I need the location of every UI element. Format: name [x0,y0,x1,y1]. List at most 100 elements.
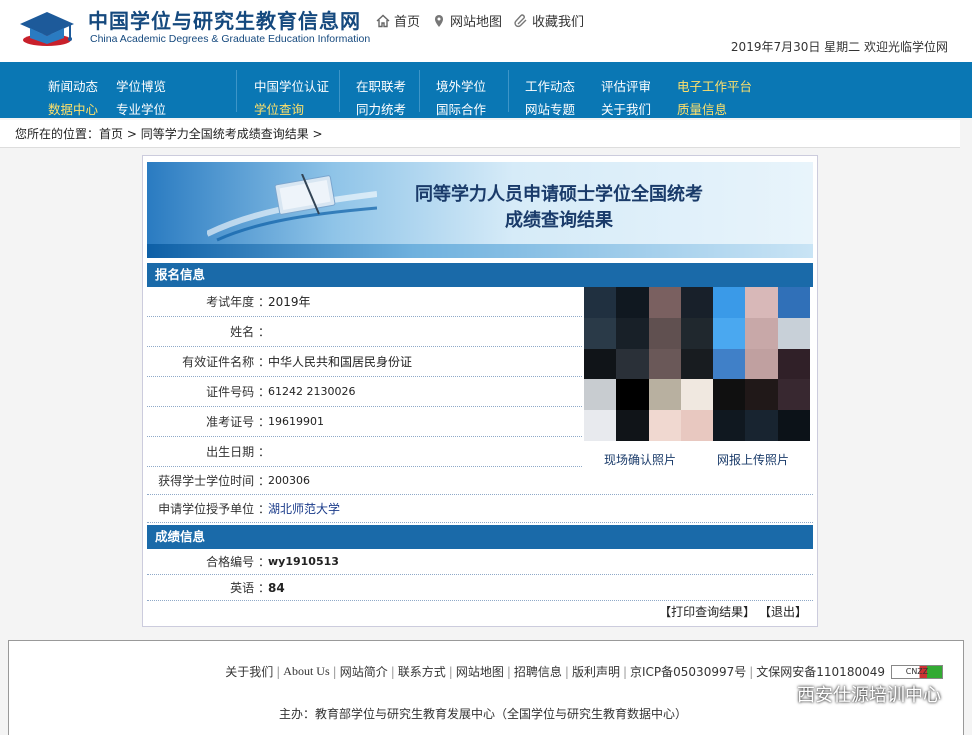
footer-link-intro[interactable]: 网站简介 [340,663,388,680]
cnzz-badge[interactable]: CNZZ [891,664,943,679]
banner-title-line1: 同等学力人员申请硕士学位全国统考 [415,184,703,205]
breadcrumb-separator: > [123,127,141,141]
pipes-graphic-icon [207,174,377,242]
field-row-pass-number: 合格编号 ： wy1910513 [147,549,813,575]
watermark-text: 西安仕源培训中心 [797,685,941,706]
site-title: 中国学位与研究生教育信息网 [88,9,361,33]
field-value: 19619901 [268,415,324,428]
field-value: 中华人民共和国居民身份证 [268,355,413,369]
field-row-bachelor-date: 获得学士学位时间 ： 200306 [147,467,813,495]
nav-divider [508,70,509,112]
breadcrumb-current: 同等学力全国统考成绩查询结果 [140,127,309,141]
main-nav: 新闻动态 学位博览 数据中心 专业学位 中国学位认证 学位查询 在职联考 同力统… [0,62,972,118]
footer-link-about[interactable]: 关于我们 [225,663,273,680]
site-header: 中国学位与研究生教育信息网 China Academic Degrees & G… [0,0,972,62]
nav-divider [236,70,237,112]
field-label: 英语 ： [230,581,270,595]
field-value: 湖北师范大学 [268,502,341,516]
graduation-cap-logo-icon[interactable] [16,6,78,48]
registration-section-header: 报名信息 [147,263,813,287]
field-value: 61242 2130026 [268,385,356,398]
breadcrumb-prefix: 您所在的位置： [15,127,100,141]
field-label: 准考证号 ： [206,415,270,429]
sitemap-link[interactable]: 网站地图 [432,11,502,30]
bookmark-link-label: 收藏我们 [532,15,585,30]
field-label: 申请学位授予单位 ： [158,502,270,516]
field-label: 合格编号 ： [206,555,270,569]
sitemap-link-label: 网站地图 [450,15,503,30]
nav-professional-degree[interactable]: 专业学位 [116,99,166,118]
nav-degree-expo[interactable]: 学位博览 [116,76,166,95]
nav-overseas-degree[interactable]: 境外学位 [436,76,486,95]
home-link-label: 首页 [394,15,421,30]
nav-data-center[interactable]: 数据中心 [48,99,98,118]
nav-divider [419,70,420,112]
result-panel: 同等学力人员申请硕士学位全国统考 成绩查询结果 报名信息 考试年度 ： 2019… [142,155,818,627]
nav-topics[interactable]: 网站专题 [525,99,575,118]
footer-links: 关于我们 | About Us | 网站简介 | 联系方式 | 网站地图 | 招聘信息 | … [225,663,943,680]
field-label: 证件号码 ： [206,385,270,399]
field-row-birth-date: 出生日期 ： [147,437,582,467]
nav-e-platform[interactable]: 电子工作平台 [677,76,752,95]
home-icon [376,14,390,27]
field-row-id-type: 有效证件名称 ： 中华人民共和国居民身份证 [147,347,582,377]
photo-blurred [584,287,810,441]
footer-host: 主办：教育部学位与研究生教育发展中心（全国学位与研究生教育数据中心） [279,707,688,721]
field-label: 考试年度 ： [206,295,270,309]
paperclip-icon [514,13,527,27]
breadcrumb-end: > [308,127,323,141]
breadcrumb: 您所在的位置：首页 > 同等学力全国统考成绩查询结果 > [0,120,960,148]
footer-link-about-en[interactable]: About Us [283,664,329,679]
field-value: wy1910513 [268,555,339,568]
field-value: 84 [268,581,285,595]
footer-icp[interactable]: 京ICP备05030997号 [630,663,746,680]
date-welcome: 2019年7月30日 星期二 欢迎光临学位网 [730,40,948,54]
site-subtitle: China Academic Degrees & Graduate Educat… [90,33,371,45]
home-link[interactable]: 首页 [376,11,420,30]
nav-about[interactable]: 关于我们 [601,99,651,118]
top-links: 首页 网站地图 收藏我们 [376,11,584,30]
field-row-english-score: 英语 ： 84 [147,575,813,601]
nav-work-news[interactable]: 工作动态 [525,76,575,95]
nav-equivalent-exam[interactable]: 同力统考 [356,99,406,118]
nav-international[interactable]: 国际合作 [436,99,486,118]
nav-divider [339,70,340,112]
online-photo-caption[interactable]: 网报上传照片 [717,451,789,468]
footer-link-copyright[interactable]: 版利声明 [572,663,620,680]
field-row-id-number: 证件号码 ： 61242 2130026 [147,377,582,407]
nav-degree-certification[interactable]: 中国学位认证 [254,76,329,95]
print-result-button[interactable]: 【打印查询结果】 [659,605,755,619]
nav-onjob-exam[interactable]: 在职联考 [356,76,406,95]
onsite-photo-caption[interactable]: 现场确认照片 [604,451,676,468]
watermark: 西安仕源培训中心 [763,681,941,707]
nav-news[interactable]: 新闻动态 [48,76,98,95]
field-value: 200306 [268,474,310,487]
breadcrumb-home[interactable]: 首页 [99,127,123,141]
field-label: 有效证件名称 ： [182,355,270,369]
nav-degree-query[interactable]: 学位查询 [254,99,304,118]
field-row-name: 姓名 ： [147,317,582,347]
exit-button[interactable]: 【退出】 [759,605,807,619]
field-label: 获得学士学位时间 ： [158,474,270,488]
footer-link-contact[interactable]: 联系方式 [398,663,446,680]
nav-evaluation[interactable]: 评估评审 [601,76,651,95]
score-section-header: 成绩信息 [147,525,813,549]
result-actions: 【打印查询结果】 【退出】 [659,603,807,620]
location-pin-icon [435,14,444,27]
field-label: 姓名 ： [230,325,270,339]
wechat-icon [764,684,790,704]
field-row-exam-year: 考试年度 ： 2019年 [147,287,582,317]
banner-title: 同等学力人员申请硕士学位全国统考 成绩查询结果 [379,182,739,234]
site-footer: 关于我们 | About Us | 网站简介 | 联系方式 | 网站地图 | 招聘信息 | … [8,640,964,735]
footer-link-sitemap[interactable]: 网站地图 [456,663,504,680]
field-row-awarding-unit: 申请学位授予单位 ： 湖北师范大学 [147,495,813,523]
field-label: 出生日期 ： [206,445,270,459]
footer-link-jobs[interactable]: 招聘信息 [514,663,562,680]
field-row-admission-number: 准考证号 ： 19619901 [147,407,582,437]
bookmark-link[interactable]: 收藏我们 [514,11,584,30]
result-banner: 同等学力人员申请硕士学位全国统考 成绩查询结果 [147,162,813,258]
field-value: 2019年 [268,295,311,309]
banner-title-line2: 成绩查询结果 [505,210,613,231]
footer-security-record[interactable]: 文保网安备110180049 [756,663,885,680]
nav-quality[interactable]: 质量信息 [677,99,727,118]
